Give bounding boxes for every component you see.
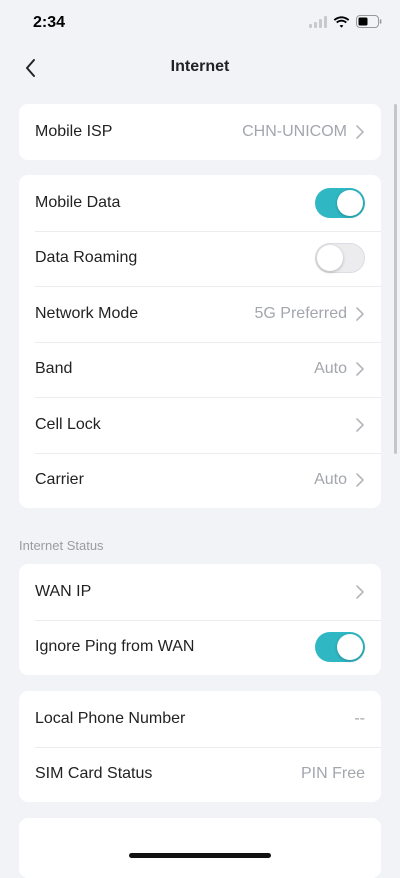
band-value: Auto <box>314 360 347 378</box>
band-label: Band <box>35 360 73 378</box>
chevron-right-icon <box>355 306 365 322</box>
chevron-right-icon <box>355 417 365 433</box>
sim-status-label: SIM Card Status <box>35 765 153 782</box>
network-mode-row[interactable]: Network Mode 5G Preferred <box>19 286 381 342</box>
status-time: 2:34 <box>33 14 66 31</box>
data-roaming-label: Data Roaming <box>35 249 138 267</box>
scrollbar[interactable] <box>394 104 397 454</box>
mobile-data-row: Mobile Data <box>19 175 381 231</box>
band-row[interactable]: Band Auto <box>19 341 381 398</box>
chevron-right-icon <box>355 472 365 488</box>
status-icons <box>309 15 382 33</box>
isp-card: Mobile ISP CHN-UNICOM <box>19 104 381 160</box>
mobile-isp-value: CHN-UNICOM <box>242 122 347 140</box>
wifi-icon <box>333 15 350 33</box>
carrier-label: Carrier <box>35 471 84 489</box>
wan-ip-row[interactable]: WAN IP <box>19 564 381 620</box>
chevron-right-icon <box>355 584 365 600</box>
internet-status-card: WAN IP Ignore Ping from WAN <box>19 564 381 675</box>
section-header-internet-status: Internet Status <box>19 538 104 553</box>
signal-icon <box>309 15 327 33</box>
page-title: Internet <box>170 58 230 75</box>
mobile-data-toggle[interactable] <box>315 187 365 218</box>
sim-info-card: Local Phone Number -- SIM Card Status PI… <box>19 691 381 802</box>
chevron-right-icon <box>355 124 365 140</box>
nav-bar: Internet <box>0 44 400 92</box>
phone-number-value: -- <box>354 709 365 727</box>
phone-number-row: Local Phone Number -- <box>19 691 381 747</box>
ignore-ping-row: Ignore Ping from WAN <box>19 619 381 676</box>
status-bar: 2:34 <box>0 0 400 44</box>
phone-number-label: Local Phone Number <box>35 709 186 727</box>
sim-status-value: PIN Free <box>300 765 365 782</box>
carrier-value: Auto <box>314 471 347 489</box>
cell-lock-label: Cell Lock <box>35 415 101 433</box>
data-roaming-toggle[interactable] <box>315 243 365 274</box>
ignore-ping-label: Ignore Ping from WAN <box>35 638 195 656</box>
settings-card: Mobile Data Data Roaming Network Mode 5G… <box>19 175 381 508</box>
toggle-knob <box>337 634 363 661</box>
wan-ip-label: WAN IP <box>35 582 92 600</box>
sim-status-row: SIM Card Status PIN Free <box>19 746 381 802</box>
home-indicator[interactable] <box>129 853 271 858</box>
network-mode-value: 5G Preferred <box>254 304 347 322</box>
mobile-isp-label: Mobile ISP <box>35 122 113 140</box>
toggle-knob <box>317 245 343 272</box>
toggle-knob <box>337 189 363 216</box>
mobile-data-label: Mobile Data <box>35 193 121 211</box>
cell-lock-row[interactable]: Cell Lock <box>19 397 381 453</box>
battery-icon <box>356 15 382 33</box>
data-roaming-row: Data Roaming <box>19 230 381 287</box>
chevron-right-icon <box>355 361 365 377</box>
mobile-isp-row[interactable]: Mobile ISP CHN-UNICOM <box>19 104 381 160</box>
carrier-row[interactable]: Carrier Auto <box>19 452 381 509</box>
network-mode-label: Network Mode <box>35 304 139 322</box>
next-card-partial <box>19 818 381 878</box>
ignore-ping-toggle[interactable] <box>315 632 365 663</box>
